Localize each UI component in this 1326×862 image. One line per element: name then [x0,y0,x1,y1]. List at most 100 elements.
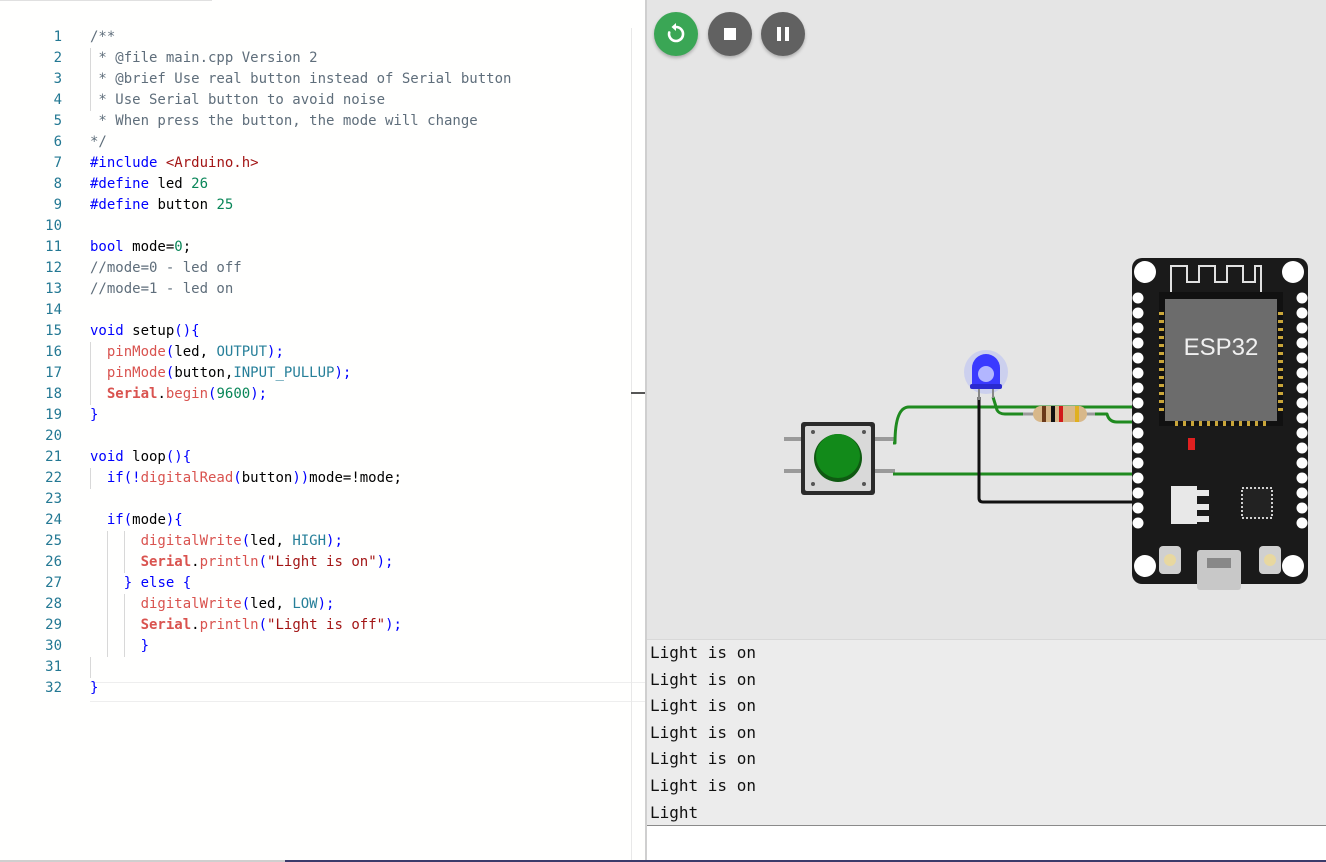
code-line[interactable]: digitalWrite(led, LOW); [90,594,640,615]
indent-guide [106,573,108,594]
line-number: 18 [45,386,62,402]
line-number: 19 [45,407,62,423]
serial-output-line: Light is on [650,669,756,689]
blue-led-component[interactable] [964,350,1008,400]
esp32-board[interactable]: ESP32 [1132,258,1308,590]
serial-output-line: Light [650,802,699,822]
code-line[interactable]: * @brief Use real button instead of Seri… [90,69,640,90]
serial-output-line: Light is on [650,749,756,769]
code-line[interactable]: * @file main.cpp Version 2 [90,48,640,69]
code-line[interactable]: * When press the button, the mode will c… [90,111,640,132]
line-number: 23 [45,491,62,507]
code-line[interactable]: * Use Serial button to avoid noise [90,90,640,111]
line-number: 10 [45,218,62,234]
indent-guide [90,363,91,384]
code-lines[interactable]: /** * @file main.cpp Version 2 * @brief … [90,27,640,699]
code-line[interactable]: } [90,678,640,699]
serial-output-line: Light is on [650,643,756,662]
line-number: 4 [53,92,62,108]
code-line[interactable]: void setup(){ [90,321,640,342]
line-number: 14 [45,302,62,318]
code-line[interactable] [90,426,640,447]
line-number: 27 [45,575,62,591]
indent-guide [90,90,91,111]
line-number: 32 [45,680,62,696]
code-line[interactable]: //mode=0 - led off [90,258,640,279]
line-number: 21 [45,449,62,465]
simulation-canvas[interactable]: ESP32 [647,0,1326,639]
line-number: 16 [45,344,62,360]
editor-tab-strip [0,0,212,1]
serial-output-line: Light is on [650,696,756,716]
code-line[interactable]: Serial.begin(9600); [90,384,640,405]
code-line[interactable]: Serial.println("Light is on"); [90,552,640,573]
code-line[interactable]: void loop(){ [90,447,640,468]
indent-guide [106,552,108,573]
stop-simulation-button[interactable] [708,12,752,56]
code-line[interactable]: #include <Arduino.h> [90,153,640,174]
code-editor[interactable]: 1 2 3 4 5 6 7 8 9 10 11 12 13 14 15 16 17 18 19 20 21 22 23 24 2… [0,0,646,862]
line-number: 29 [45,617,62,633]
line-number: 31 [45,659,62,675]
line-number: 2 [53,50,62,66]
line-number: 17 [45,365,62,381]
code-line[interactable]: } [90,405,640,426]
serial-output-line: Light is on [650,722,756,742]
wires[interactable] [893,396,1141,504]
editor-scrollbar-track[interactable] [631,28,632,860]
code-line[interactable]: #define button 25 [90,195,640,216]
restart-simulation-button[interactable] [654,12,698,56]
code-line[interactable]: } [90,636,640,657]
code-line[interactable]: bool mode=0; [90,237,640,258]
pause-simulation-button[interactable] [761,12,805,56]
indent-guide [90,48,91,69]
indent-guide [90,342,91,363]
code-line[interactable]: //mode=1 - led on [90,279,640,300]
indent-guide [123,594,125,615]
code-line[interactable]: pinMode(led, OUTPUT); [90,342,640,363]
indent-guide [106,636,108,657]
line-number: 20 [45,428,62,444]
code-line[interactable] [90,489,640,510]
indent-guide [90,384,91,405]
code-line[interactable] [90,657,640,678]
line-number: 25 [45,533,62,549]
code-line[interactable]: if(mode){ [90,510,640,531]
code-line[interactable]: #define led 26 [90,174,640,195]
code-line[interactable]: if(!digitalRead(button))mode=!mode; [90,468,640,489]
pushbutton-component[interactable] [784,422,895,495]
line-number: 5 [53,113,62,129]
overview-ruler-marker [631,392,645,394]
code-line[interactable]: digitalWrite(led, HIGH); [90,531,640,552]
indent-guide [90,468,91,489]
code-line[interactable]: */ [90,132,640,153]
code-line[interactable]: /** [90,27,640,48]
line-number: 24 [45,512,62,528]
indent-guide [123,636,125,657]
line-number: 1 [53,29,62,45]
line-number: 30 [45,638,62,654]
serial-monitor-input[interactable] [647,825,1326,860]
indent-guide [123,531,125,552]
indent-guide [106,531,108,552]
code-line[interactable]: Serial.println("Light is off"); [90,615,640,636]
indent-guide [106,594,108,615]
code-line[interactable]: } else { [90,573,640,594]
line-number: 9 [53,197,62,213]
stop-icon [724,28,736,40]
indent-guide [106,615,108,636]
restart-icon [667,23,685,43]
code-line[interactable] [90,216,640,237]
code-line[interactable] [90,300,640,321]
code-line[interactable]: pinMode(button,INPUT_PULLUP); [90,363,640,384]
serial-monitor-output[interactable]: Light is on Light is on Light is on Light i… [647,639,1326,826]
line-number: 12 [45,260,62,276]
indent-guide [90,657,91,678]
line-number: 3 [53,71,62,87]
circuit-diagram: ESP32 [784,258,1308,590]
line-number: 15 [45,323,62,339]
board-label: ESP32 [1184,334,1259,361]
line-number: 7 [53,155,62,171]
line-number: 8 [53,176,62,192]
pause-icon [777,27,789,41]
